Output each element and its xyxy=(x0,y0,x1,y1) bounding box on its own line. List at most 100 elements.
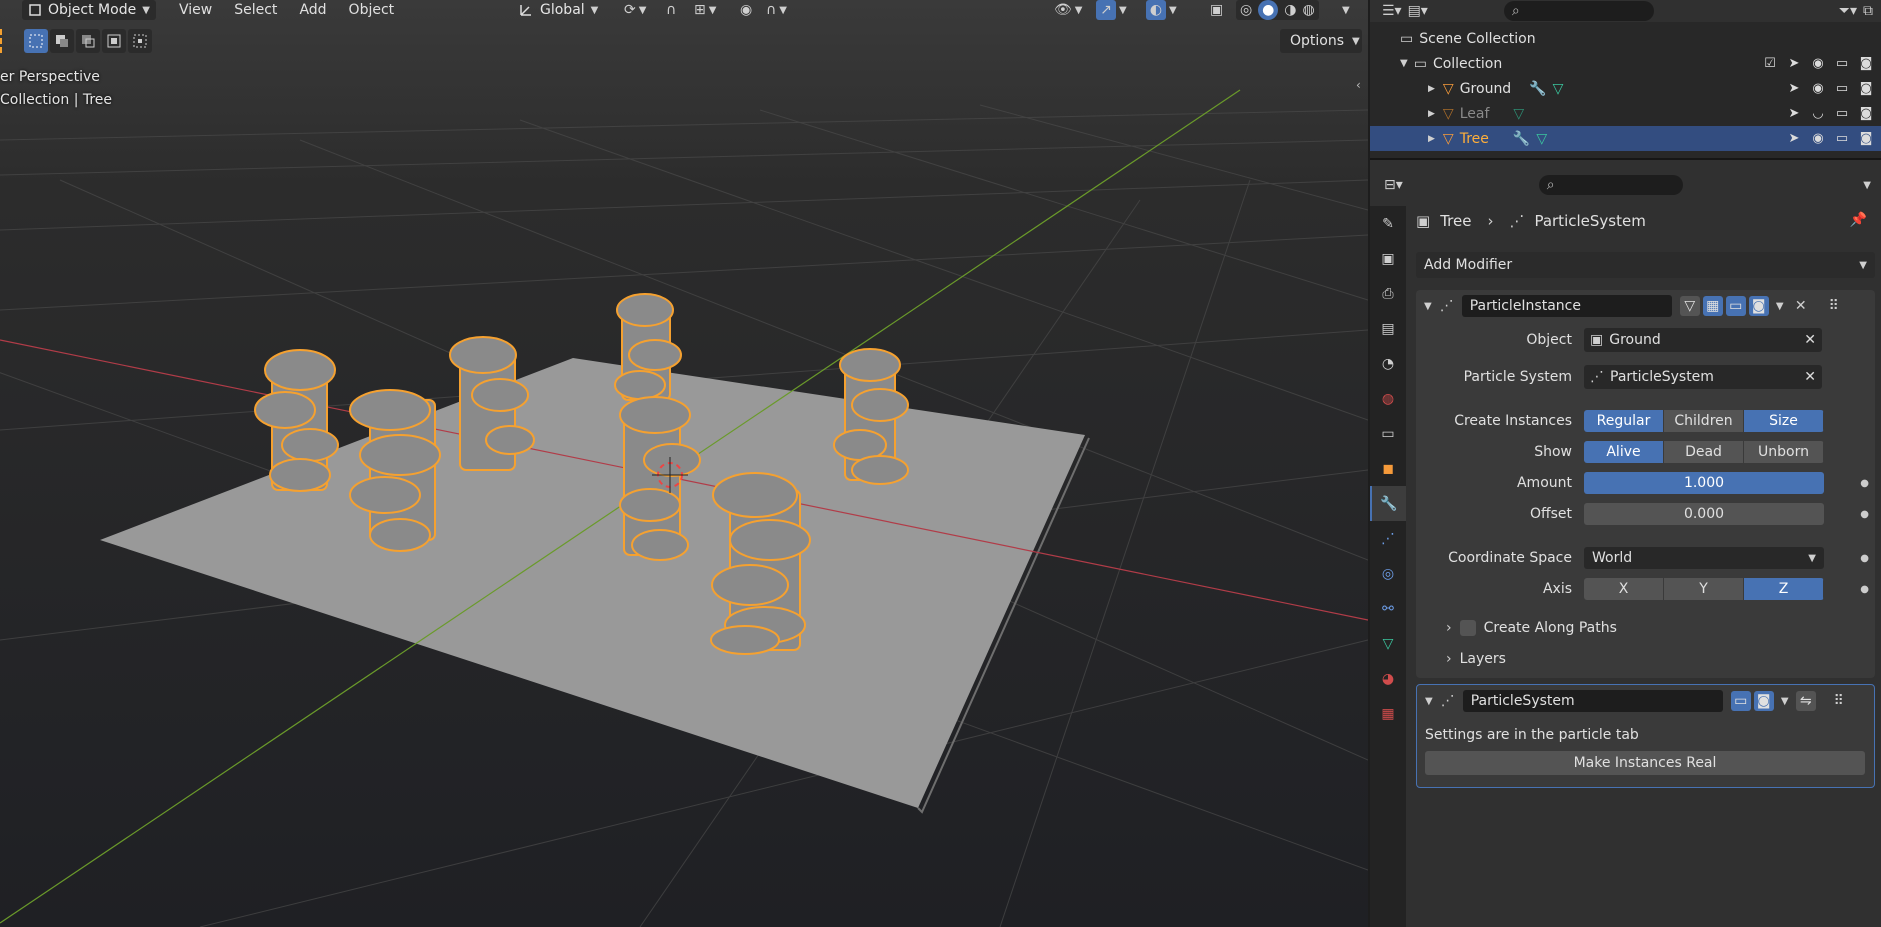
expand-down-icon[interactable]: ▼ xyxy=(1400,58,1408,69)
filter-icon[interactable]: ⏷▾ xyxy=(1839,3,1857,19)
monitor-icon[interactable]: ▭ xyxy=(1833,131,1851,146)
keyframe-dot-icon[interactable]: ● xyxy=(1860,584,1869,595)
material-shading-icon[interactable]: ◑ xyxy=(1284,2,1296,18)
axis-z[interactable]: Z xyxy=(1744,578,1824,600)
tab-view-layer[interactable]: ▤ xyxy=(1370,311,1406,346)
collapse-icon[interactable]: ▼ xyxy=(1424,301,1432,312)
drag-handle-icon[interactable]: ⠿ xyxy=(1829,693,1849,709)
object-field[interactable]: ▣ Ground ✕ xyxy=(1584,328,1822,352)
rendered-shading-icon[interactable]: ◍ xyxy=(1302,2,1314,18)
tab-constraints[interactable]: ⚯ xyxy=(1370,591,1406,626)
collapse-icon[interactable]: ▼ xyxy=(1425,696,1433,707)
mesh-data-icon[interactable]: ▽ xyxy=(1553,81,1564,97)
camera-icon[interactable]: ◙ xyxy=(1857,106,1875,121)
pin-icon[interactable]: 📌 xyxy=(1850,212,1867,228)
render-camera-icon[interactable]: ◙ xyxy=(1753,691,1774,711)
tab-scene[interactable]: ◔ xyxy=(1370,346,1406,381)
tab-render[interactable]: ▣ xyxy=(1370,241,1406,276)
eye-closed-icon[interactable]: ◡ xyxy=(1809,106,1827,121)
sidebar-toggle-icon[interactable]: ‹ xyxy=(1356,78,1361,92)
keyframe-dot-icon[interactable]: ● xyxy=(1860,509,1869,520)
camera-icon[interactable]: ◙ xyxy=(1857,56,1875,71)
snap-target-button[interactable]: ⊞ ▼ xyxy=(688,0,722,20)
close-icon[interactable]: ✕ xyxy=(1791,298,1811,314)
viewport-canvas[interactable] xyxy=(0,0,1368,927)
selection-mode-subtract[interactable] xyxy=(76,29,100,53)
tab-collection[interactable]: ▭ xyxy=(1370,416,1406,451)
tab-object[interactable]: ◼ xyxy=(1370,451,1406,486)
tab-modifiers[interactable]: 🔧 xyxy=(1370,486,1406,521)
tab-output[interactable]: ⎙ xyxy=(1370,276,1406,311)
shading-modes[interactable]: ◎ ● ◑ ◍ xyxy=(1236,0,1319,20)
options-dropdown[interactable]: Options ▼ xyxy=(1280,29,1362,53)
select-arrow-icon[interactable]: ➤ xyxy=(1785,106,1803,121)
outliner-row-collection[interactable]: ▼ ▭ Collection ☑ ➤ ◉ ▭ ◙ xyxy=(1370,51,1881,76)
selection-mode-new[interactable] xyxy=(24,29,48,53)
falloff-button[interactable]: ∩ ▼ xyxy=(760,0,793,20)
camera-icon[interactable]: ◙ xyxy=(1857,81,1875,96)
eye-icon[interactable]: ◉ xyxy=(1809,81,1827,96)
toggle-unborn[interactable]: Unborn xyxy=(1744,441,1824,463)
proportional-edit-button[interactable]: ◉ xyxy=(734,0,758,20)
wireframe-shading-icon[interactable]: ◎ xyxy=(1240,2,1252,18)
edit-cage-icon[interactable]: ▽ xyxy=(1679,296,1700,316)
mesh-data-icon[interactable]: ▽ xyxy=(1513,106,1524,122)
outliner-search-input[interactable]: ⌕ xyxy=(1503,1,1654,21)
drag-handle-icon[interactable]: ⠿ xyxy=(1824,298,1844,314)
tab-particles[interactable]: ⋰ xyxy=(1370,521,1406,556)
select-arrow-icon[interactable]: ➤ xyxy=(1785,131,1803,146)
toggle-dead[interactable]: Dead xyxy=(1664,441,1744,463)
display-mode-icon[interactable]: ▤▾ xyxy=(1408,3,1428,19)
menu-object[interactable]: Object xyxy=(340,0,404,20)
axis-x[interactable]: X xyxy=(1584,578,1664,600)
clear-icon[interactable]: ✕ xyxy=(1804,369,1816,385)
outliner-row-leaf[interactable]: ▶ ▽ Leaf ▽ ➤ ◡ ▭ ◙ xyxy=(1370,101,1881,126)
outliner-row-ground[interactable]: ▶ ▽ Ground 🔧 ▽ ➤ ◉ ▭ ◙ xyxy=(1370,76,1881,101)
tab-world[interactable]: ◍ xyxy=(1370,381,1406,416)
transform-orientation-dropdown[interactable]: Global ▼ xyxy=(512,0,612,20)
make-instances-real-button[interactable]: Make Instances Real xyxy=(1425,751,1865,775)
visibility-button[interactable]: 👁 ▼ xyxy=(1048,0,1088,20)
menu-add[interactable]: Add xyxy=(290,0,335,20)
select-arrow-icon[interactable]: ➤ xyxy=(1785,56,1803,71)
expand-right-icon[interactable]: ▶ xyxy=(1428,84,1435,94)
gizmo-toggle[interactable]: ↗ ▼ xyxy=(1090,0,1133,20)
menu-select[interactable]: Select xyxy=(225,0,286,20)
keyframe-dot-icon[interactable]: ● xyxy=(1860,478,1869,489)
overlays-toggle[interactable]: ◐ ▼ xyxy=(1140,0,1183,20)
clear-icon[interactable]: ✕ xyxy=(1804,332,1816,348)
amount-slider[interactable]: 1.000 xyxy=(1584,472,1824,494)
edit-mode-icon[interactable]: ▦ xyxy=(1702,296,1723,316)
selection-mode-extend[interactable] xyxy=(50,29,74,53)
axis-y[interactable]: Y xyxy=(1664,578,1744,600)
outliner-row-scene-collection[interactable]: ▭ Scene Collection xyxy=(1370,26,1881,51)
checkbox[interactable] xyxy=(1459,620,1476,636)
toggle-children[interactable]: Children xyxy=(1664,410,1744,432)
monitor-icon[interactable]: ▭ xyxy=(1833,56,1851,71)
selection-mode-invert[interactable] xyxy=(102,29,126,53)
toggle-size[interactable]: Size xyxy=(1744,410,1824,432)
menu-view[interactable]: View xyxy=(170,0,221,20)
solid-shading-icon[interactable]: ● xyxy=(1258,0,1279,20)
shading-options-button[interactable]: ▼ xyxy=(1336,0,1356,20)
add-modifier-dropdown[interactable]: Add Modifier ▼ xyxy=(1416,252,1875,278)
toggle-icon[interactable]: ⇋ xyxy=(1795,691,1816,711)
3d-viewport[interactable]: Object Mode ▼ View Select Add Object Glo… xyxy=(0,0,1368,927)
expand-right-icon[interactable]: ▶ xyxy=(1428,109,1435,119)
mesh-data-icon[interactable]: ▽ xyxy=(1536,131,1547,147)
selection-mode-intersect[interactable] xyxy=(128,29,152,53)
outliner-row-tree[interactable]: ▶ ▽ Tree 🔧 ▽ ➤ ◉ ▭ ◙ xyxy=(1370,126,1881,151)
snap-button[interactable]: ∩ xyxy=(660,0,682,20)
eye-icon[interactable]: ◉ xyxy=(1809,56,1827,71)
monitor-icon[interactable]: ▭ xyxy=(1833,81,1851,96)
pivot-point-button[interactable]: ⟳ ▼ xyxy=(618,0,652,20)
properties-search-input[interactable]: ⌕ xyxy=(1538,175,1683,195)
chevron-down-icon[interactable]: ▼ xyxy=(1777,696,1793,707)
tab-texture[interactable]: ▦ xyxy=(1370,696,1406,731)
select-arrow-icon[interactable]: ➤ xyxy=(1785,81,1803,96)
wrench-icon[interactable]: 🔧 xyxy=(1529,81,1546,97)
realtime-icon[interactable]: ▭ xyxy=(1725,296,1746,316)
modifier-name-field[interactable]: ParticleInstance xyxy=(1461,295,1672,317)
editor-type-icon[interactable]: ☰▾ xyxy=(1382,3,1402,19)
camera-icon[interactable]: ◙ xyxy=(1857,131,1875,146)
